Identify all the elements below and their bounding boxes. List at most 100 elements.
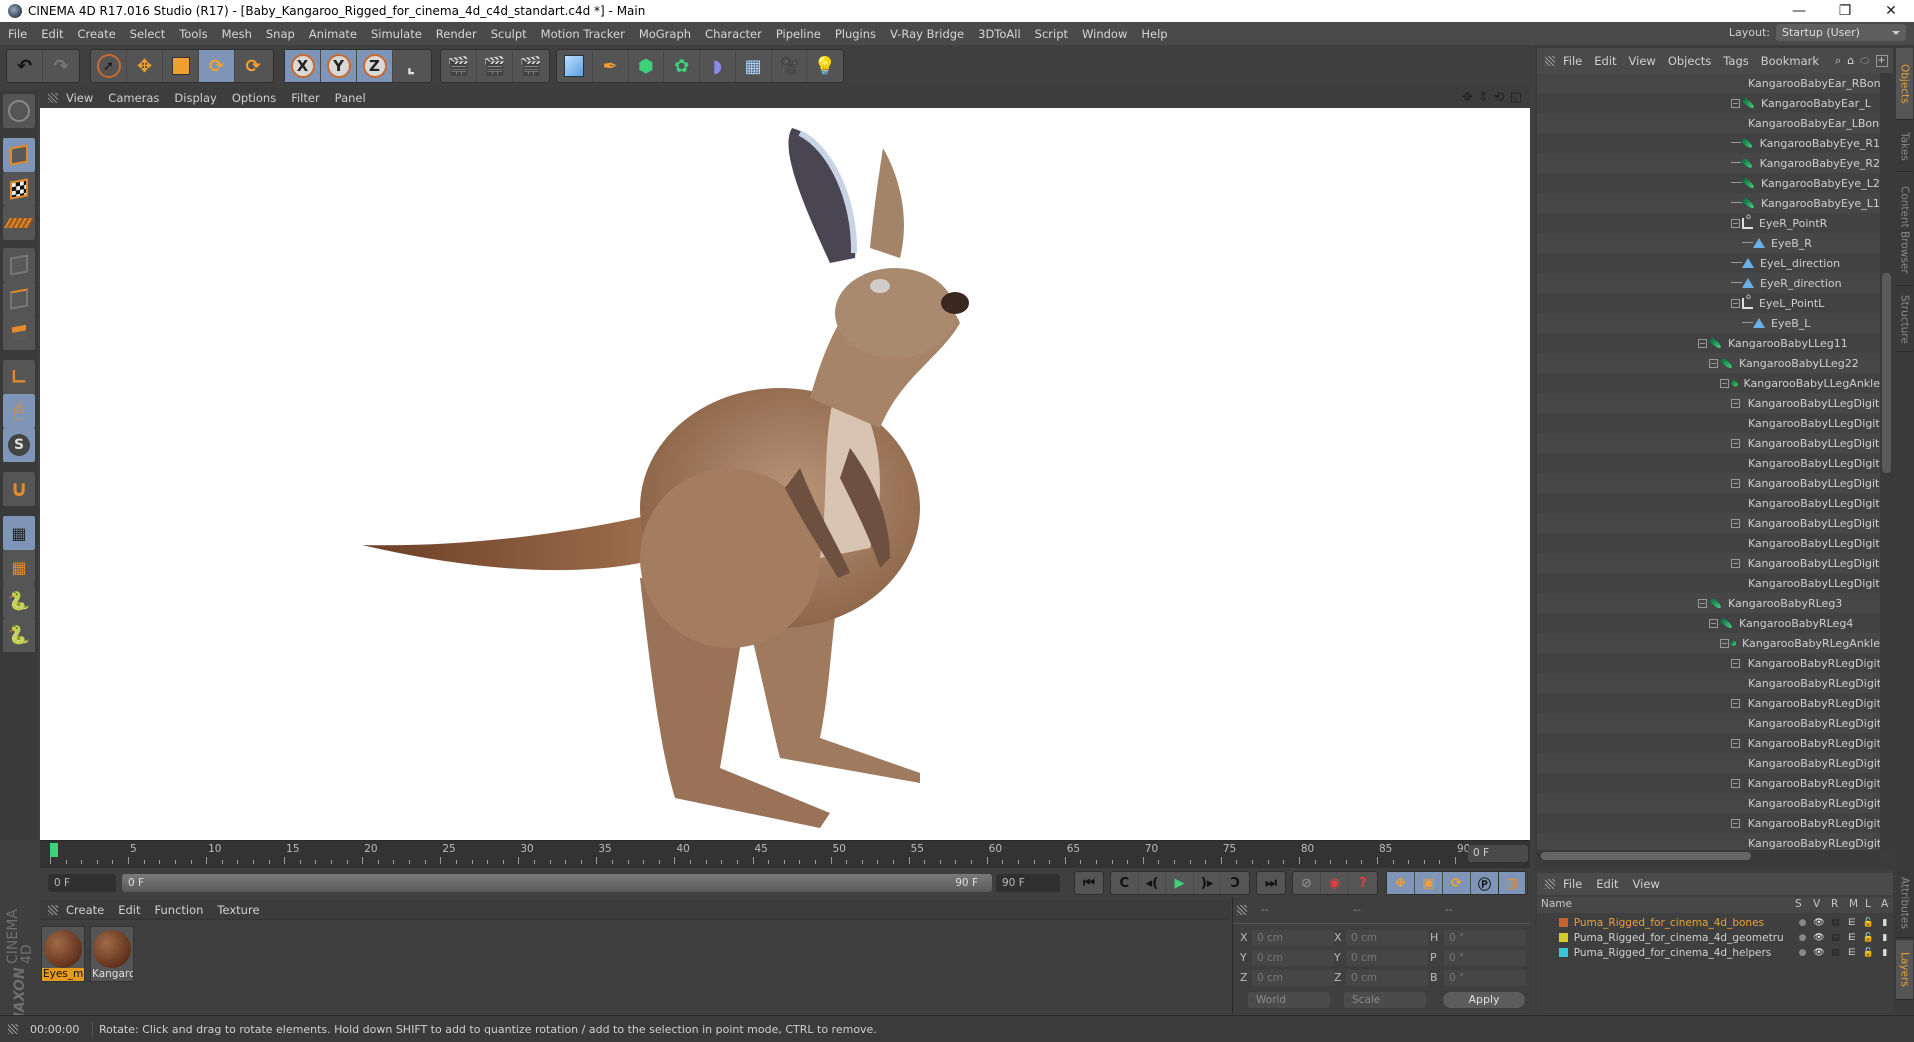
layer-row[interactable]: Puma_Rigged_for_cinema_4d_bones ● 👁 ▤ ⋿ 🔓 ▮ — [1537, 915, 1893, 930]
cloner-icon[interactable]: ✿ — [664, 50, 700, 82]
tree-item[interactable]: −KangarooBabyRLegDigit33 — [1537, 733, 1880, 753]
om-menu-bookmark[interactable]: Bookmark — [1761, 54, 1819, 68]
tree-item[interactable]: KangarooBabyEar_RBone2 — [1537, 73, 1880, 93]
solo-toggle-icon[interactable]: ● — [1794, 948, 1810, 958]
tree-item[interactable]: KangarooBabyLLegDigit42 — [1537, 533, 1880, 553]
lock-toggle-icon[interactable]: 🔓 — [1860, 918, 1876, 928]
panel-grip-icon[interactable] — [1545, 55, 1555, 66]
lock-toggle-icon[interactable]: 🔓 — [1860, 948, 1876, 958]
viewport-menu-display[interactable]: Display — [174, 91, 216, 105]
snap-icon[interactable]: ∪ — [3, 472, 35, 506]
visible-toggle-icon[interactable]: 👁 — [1811, 933, 1827, 943]
maximize-icon[interactable]: ◱ — [1510, 90, 1522, 105]
tree-item[interactable]: EyeB_L — [1537, 313, 1880, 333]
layer-menu-file[interactable]: File — [1563, 877, 1582, 891]
tree-item[interactable]: KangarooBabyEye_R2 — [1537, 153, 1880, 173]
collapse-icon[interactable]: − — [1720, 378, 1729, 388]
object-tree-hscrollbar[interactable] — [1537, 850, 1880, 862]
tree-item[interactable]: KangarooBabyRLegDigit32 — [1537, 753, 1880, 773]
collapse-icon[interactable]: − — [1731, 438, 1740, 448]
animation-toggle-icon[interactable]: ▮ — [1877, 948, 1893, 958]
tab-objects[interactable]: Objects — [1896, 48, 1913, 120]
x-axis-lock-icon[interactable]: X — [285, 50, 321, 82]
coord-size-field[interactable]: 0 cm — [1346, 970, 1428, 986]
collapse-icon[interactable]: − — [1731, 398, 1740, 408]
layer-color-swatch[interactable] — [1559, 948, 1568, 957]
menu-render[interactable]: Render — [436, 27, 477, 41]
scale-icon[interactable] — [163, 50, 199, 82]
current-frame-field[interactable]: 0 F — [1468, 845, 1528, 862]
coord-rotation-field[interactable]: 0 ° — [1444, 950, 1526, 966]
tree-item[interactable]: − KangarooBabyLLegDigit21 — [1537, 433, 1880, 453]
collapse-icon[interactable]: − — [1731, 298, 1740, 308]
menu-help[interactable]: Help — [1141, 27, 1167, 41]
3d-viewport[interactable] — [40, 108, 1530, 840]
tree-item[interactable]: − KangarooBabyLLegDigit33 — [1537, 473, 1880, 493]
python-icon-2[interactable]: 🐍 — [3, 618, 35, 652]
solo-toggle-icon[interactable]: ● — [1794, 933, 1810, 943]
menu-create[interactable]: Create — [78, 27, 116, 41]
menu-window[interactable]: Window — [1082, 27, 1127, 41]
solo-icon[interactable]: S — [3, 428, 35, 462]
collapse-icon[interactable]: − — [1709, 358, 1718, 368]
tree-item[interactable]: KangarooBabyLLegDigit32 — [1537, 493, 1880, 513]
tree-item[interactable]: − KangarooBabyRLeg4 — [1537, 613, 1880, 633]
tree-item[interactable]: − KangarooBabyLLegAnkle — [1537, 373, 1880, 393]
next-key-icon[interactable]: Ↄ — [1221, 872, 1249, 894]
floor-icon[interactable]: ▦ — [736, 50, 772, 82]
tree-item[interactable]: − EyeL_PointL — [1537, 292, 1880, 313]
viewport-menu-cameras[interactable]: Cameras — [108, 91, 159, 105]
tree-item[interactable]: KangarooBabyEye_L1 — [1537, 193, 1880, 213]
collapse-icon[interactable]: − — [1731, 558, 1740, 568]
col-render[interactable]: R — [1831, 898, 1838, 910]
undo-icon[interactable]: ↶ — [7, 50, 43, 82]
tree-item[interactable]: KangarooBabyEye_L2 — [1537, 173, 1880, 193]
tree-item[interactable]: − KangarooBabyLLegDigit51 — [1537, 553, 1880, 573]
col-manager[interactable]: M — [1849, 898, 1858, 910]
world-coordinate-icon[interactable]: ⌞ — [393, 50, 429, 82]
toggle-icon[interactable]: ⬭ — [1860, 54, 1869, 68]
workplane-mode-icon[interactable] — [3, 206, 35, 240]
y-axis-lock-icon[interactable]: Y — [321, 50, 357, 82]
menu-simulate[interactable]: Simulate — [371, 27, 422, 41]
coord-position-field[interactable]: 0 cm — [1252, 950, 1334, 966]
manager-toggle-icon[interactable]: ⋿ — [1844, 933, 1860, 943]
tree-item[interactable]: EyeL_direction — [1537, 253, 1880, 273]
menu-3dtoall[interactable]: 3DToAll — [978, 27, 1021, 41]
move-icon[interactable]: ✥ — [127, 50, 163, 82]
om-menu-file[interactable]: File — [1563, 54, 1582, 68]
panel-grip-icon[interactable] — [1237, 905, 1247, 915]
viewport-menu-panel[interactable]: Panel — [335, 91, 366, 105]
rotation-key-icon[interactable]: ⟳ — [1443, 872, 1471, 894]
coord-position-field[interactable]: 0 cm — [1252, 930, 1334, 946]
render-settings-icon[interactable]: 🎬 — [513, 50, 549, 82]
tree-item[interactable]: KangarooBabyLLegDigit12 — [1537, 413, 1880, 433]
render-picture-viewer-icon[interactable]: 🎬 — [477, 50, 513, 82]
tree-item[interactable]: KangarooBabyRLegDigit42 — [1537, 793, 1880, 813]
subdivision-icon[interactable]: ⬢ — [629, 50, 665, 82]
go-to-start-icon[interactable]: ⏮ — [1075, 872, 1103, 894]
tree-item[interactable]: − KangarooBabyRLeg3 — [1537, 593, 1880, 613]
orbit-icon[interactable]: ⟲ — [1494, 90, 1505, 105]
layer-color-swatch[interactable] — [1559, 918, 1568, 927]
panel-grip-icon[interactable] — [1545, 879, 1555, 889]
layer-menu-view[interactable]: View — [1633, 877, 1660, 891]
next-frame-icon[interactable]: )▸ — [1194, 872, 1222, 894]
menu-mograph[interactable]: MoGraph — [639, 27, 691, 41]
collapse-icon[interactable]: − — [1698, 338, 1707, 348]
previous-key-icon[interactable]: C — [1111, 872, 1139, 894]
coord-position-field[interactable]: 0 cm — [1252, 970, 1334, 986]
render-toggle-icon[interactable]: ▤ — [1827, 918, 1843, 928]
new-view-icon[interactable]: + — [1875, 54, 1888, 67]
material-eyes[interactable]: Eyes_ma — [41, 926, 85, 982]
visible-toggle-icon[interactable]: 👁 — [1811, 948, 1827, 958]
autokey-icon[interactable]: ⊘ — [1293, 872, 1321, 894]
collapse-icon[interactable]: − — [1698, 598, 1707, 608]
record-icon[interactable]: ◉ — [1321, 872, 1349, 894]
visible-toggle-icon[interactable]: 👁 — [1811, 918, 1827, 928]
menu-pipeline[interactable]: Pipeline — [776, 27, 821, 41]
viewport-menu-filter[interactable]: Filter — [291, 91, 319, 105]
previous-frame-icon[interactable]: ◂( — [1139, 872, 1167, 894]
render-toggle-icon[interactable]: ▤ — [1827, 948, 1843, 958]
tree-item[interactable]: − EyeR_PointR — [1537, 212, 1880, 233]
